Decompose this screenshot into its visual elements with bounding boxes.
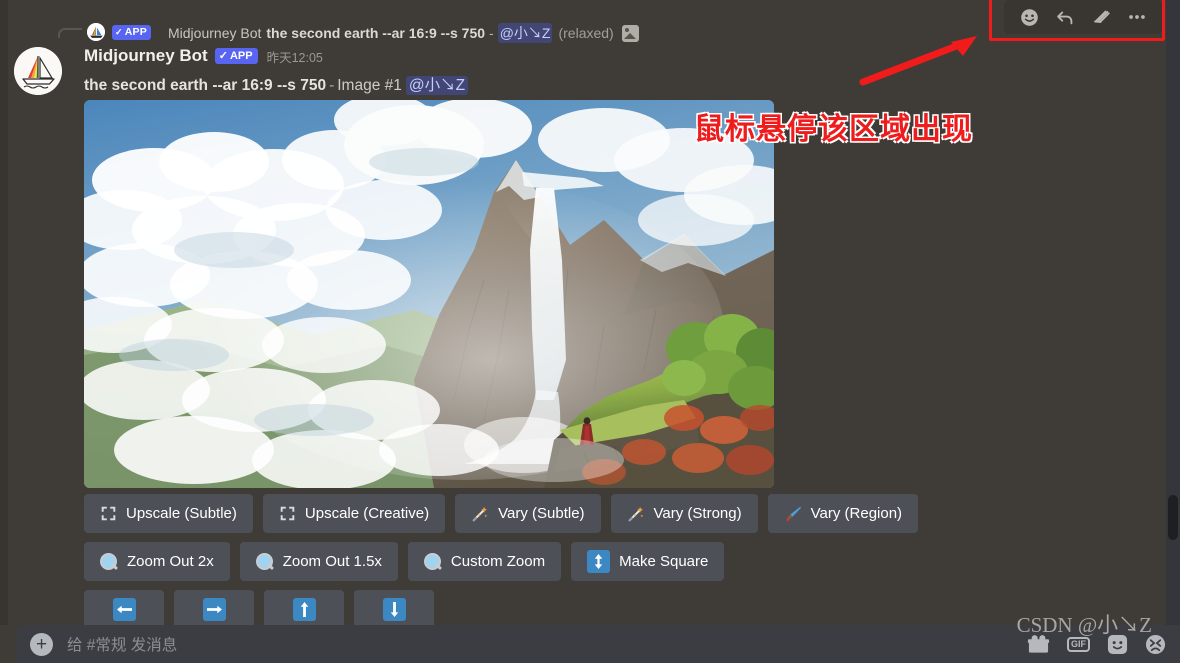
arrow-down-icon (382, 598, 406, 621)
verified-check-icon: ✓ (115, 27, 123, 37)
custom-zoom-button[interactable]: Custom Zoom (407, 542, 562, 581)
button-label: Vary (Strong) (653, 505, 742, 522)
arrow-up-icon (292, 598, 316, 621)
button-row-3 (84, 590, 918, 629)
generated-image[interactable] (84, 100, 774, 488)
expand-icon (279, 505, 296, 522)
left-channel-strip (0, 0, 8, 625)
paintbrush-icon (784, 505, 802, 523)
scrollbar-thumb[interactable] (1168, 495, 1178, 540)
pan-up-button[interactable] (264, 590, 344, 629)
thread-icon[interactable] (1086, 3, 1116, 31)
reply-app-badge: ✓ APP (112, 25, 151, 40)
button-label: Upscale (Creative) (304, 505, 430, 522)
expand-icon (100, 505, 117, 522)
message-hover-toolbar[interactable] (1004, 0, 1162, 34)
verified-check-icon: ✓ (218, 50, 228, 62)
zoom-out-2x-button[interactable]: Zoom Out 2x (84, 542, 230, 581)
button-label: Zoom Out 1.5x (282, 553, 382, 570)
sparkle-wand-icon (627, 505, 645, 523)
make-square-button[interactable]: Make Square (571, 542, 725, 581)
csdn-watermark: CSDN @小↘Z (1016, 613, 1152, 637)
red-arrow-icon (859, 36, 977, 86)
image-icon (621, 24, 639, 42)
reply-avatar (87, 23, 105, 41)
vary-strong-button[interactable]: Vary (Strong) (610, 494, 758, 533)
button-label: Vary (Subtle) (498, 505, 585, 522)
app-badge-label: APP (229, 50, 253, 62)
message-app-badge: ✓ APP (214, 48, 258, 64)
button-label: Make Square (619, 553, 709, 570)
message-input[interactable]: 给 #常规 发消息 (67, 633, 177, 655)
avatar[interactable] (14, 47, 62, 95)
message-image-label: Image #1 (337, 77, 402, 94)
pan-down-button[interactable] (354, 590, 434, 629)
upscale-subtle-button[interactable]: Upscale (Subtle) (84, 494, 253, 533)
message-prompt: the second earth --ar 16:9 --s 750 (84, 77, 327, 94)
message-mention[interactable]: @小↘Z (405, 76, 469, 95)
button-label: Custom Zoom (450, 553, 546, 570)
reply-icon[interactable] (1050, 3, 1080, 31)
button-label: Zoom Out 2x (127, 553, 214, 570)
reply-dash: - (489, 25, 494, 41)
reply-mention[interactable]: @小↘Z (497, 23, 553, 43)
button-row-2: Zoom Out 2x Zoom Out 1.5x Custom Zoom Ma… (84, 542, 918, 581)
reply-connector-line (58, 28, 82, 38)
more-icon[interactable] (1122, 3, 1152, 31)
message-composer[interactable]: + 给 #常规 发消息 GIF (16, 625, 1180, 663)
upscale-creative-button[interactable]: Upscale (Creative) (262, 494, 446, 533)
button-label: Vary (Region) (810, 505, 903, 522)
reply-bot-name: Midjourney Bot (168, 25, 262, 41)
magnifier-icon (255, 552, 274, 571)
sparkle-wand-icon (471, 505, 489, 523)
message-content: the second earth --ar 16:9 --s 750- Image… (84, 73, 469, 95)
message-header: Midjourney Bot ✓ APP 昨天12:05 (84, 46, 323, 66)
button-label: Upscale (Subtle) (126, 505, 237, 522)
reply-preview-bar[interactable]: ✓ APP Midjourney Bot the second earth --a… (0, 8, 1180, 43)
magnifier-icon (100, 552, 118, 571)
app-badge-label: APP (124, 26, 147, 38)
pan-left-button[interactable] (84, 590, 164, 629)
add-reaction-icon[interactable] (1014, 3, 1044, 31)
pan-right-button[interactable] (174, 590, 254, 629)
arrow-left-icon (112, 598, 136, 621)
message-author[interactable]: Midjourney Bot (84, 46, 208, 66)
updown-arrow-icon (587, 550, 611, 573)
attach-plus-icon[interactable]: + (30, 632, 53, 656)
reply-preview-text: Midjourney Bot the second earth --ar 16:… (168, 23, 639, 43)
zoom-out-1-5x-button[interactable]: Zoom Out 1.5x (239, 542, 398, 581)
annotation-text: 鼠标悬停该区域出现 (694, 112, 973, 147)
discord-midjourney-screenshot: ✓ APP Midjourney Bot the second earth --a… (0, 0, 1180, 663)
arrow-right-icon (202, 598, 226, 621)
vary-subtle-button[interactable]: Vary (Subtle) (455, 494, 601, 533)
reply-status: (relaxed) (558, 25, 614, 41)
message-separator: - (329, 77, 335, 94)
message-timestamp: 昨天12:05 (266, 50, 323, 65)
magnifier-icon (423, 552, 442, 571)
scrollbar-track[interactable] (1166, 0, 1180, 625)
reply-prompt: the second earth --ar 16:9 --s 750 (266, 25, 486, 41)
midjourney-action-buttons: Upscale (Subtle) Upscale (Creative) Vary… (84, 494, 919, 638)
button-row-1: Upscale (Subtle) Upscale (Creative) Vary… (84, 494, 919, 533)
vary-region-button[interactable]: Vary (Region) (767, 494, 919, 533)
